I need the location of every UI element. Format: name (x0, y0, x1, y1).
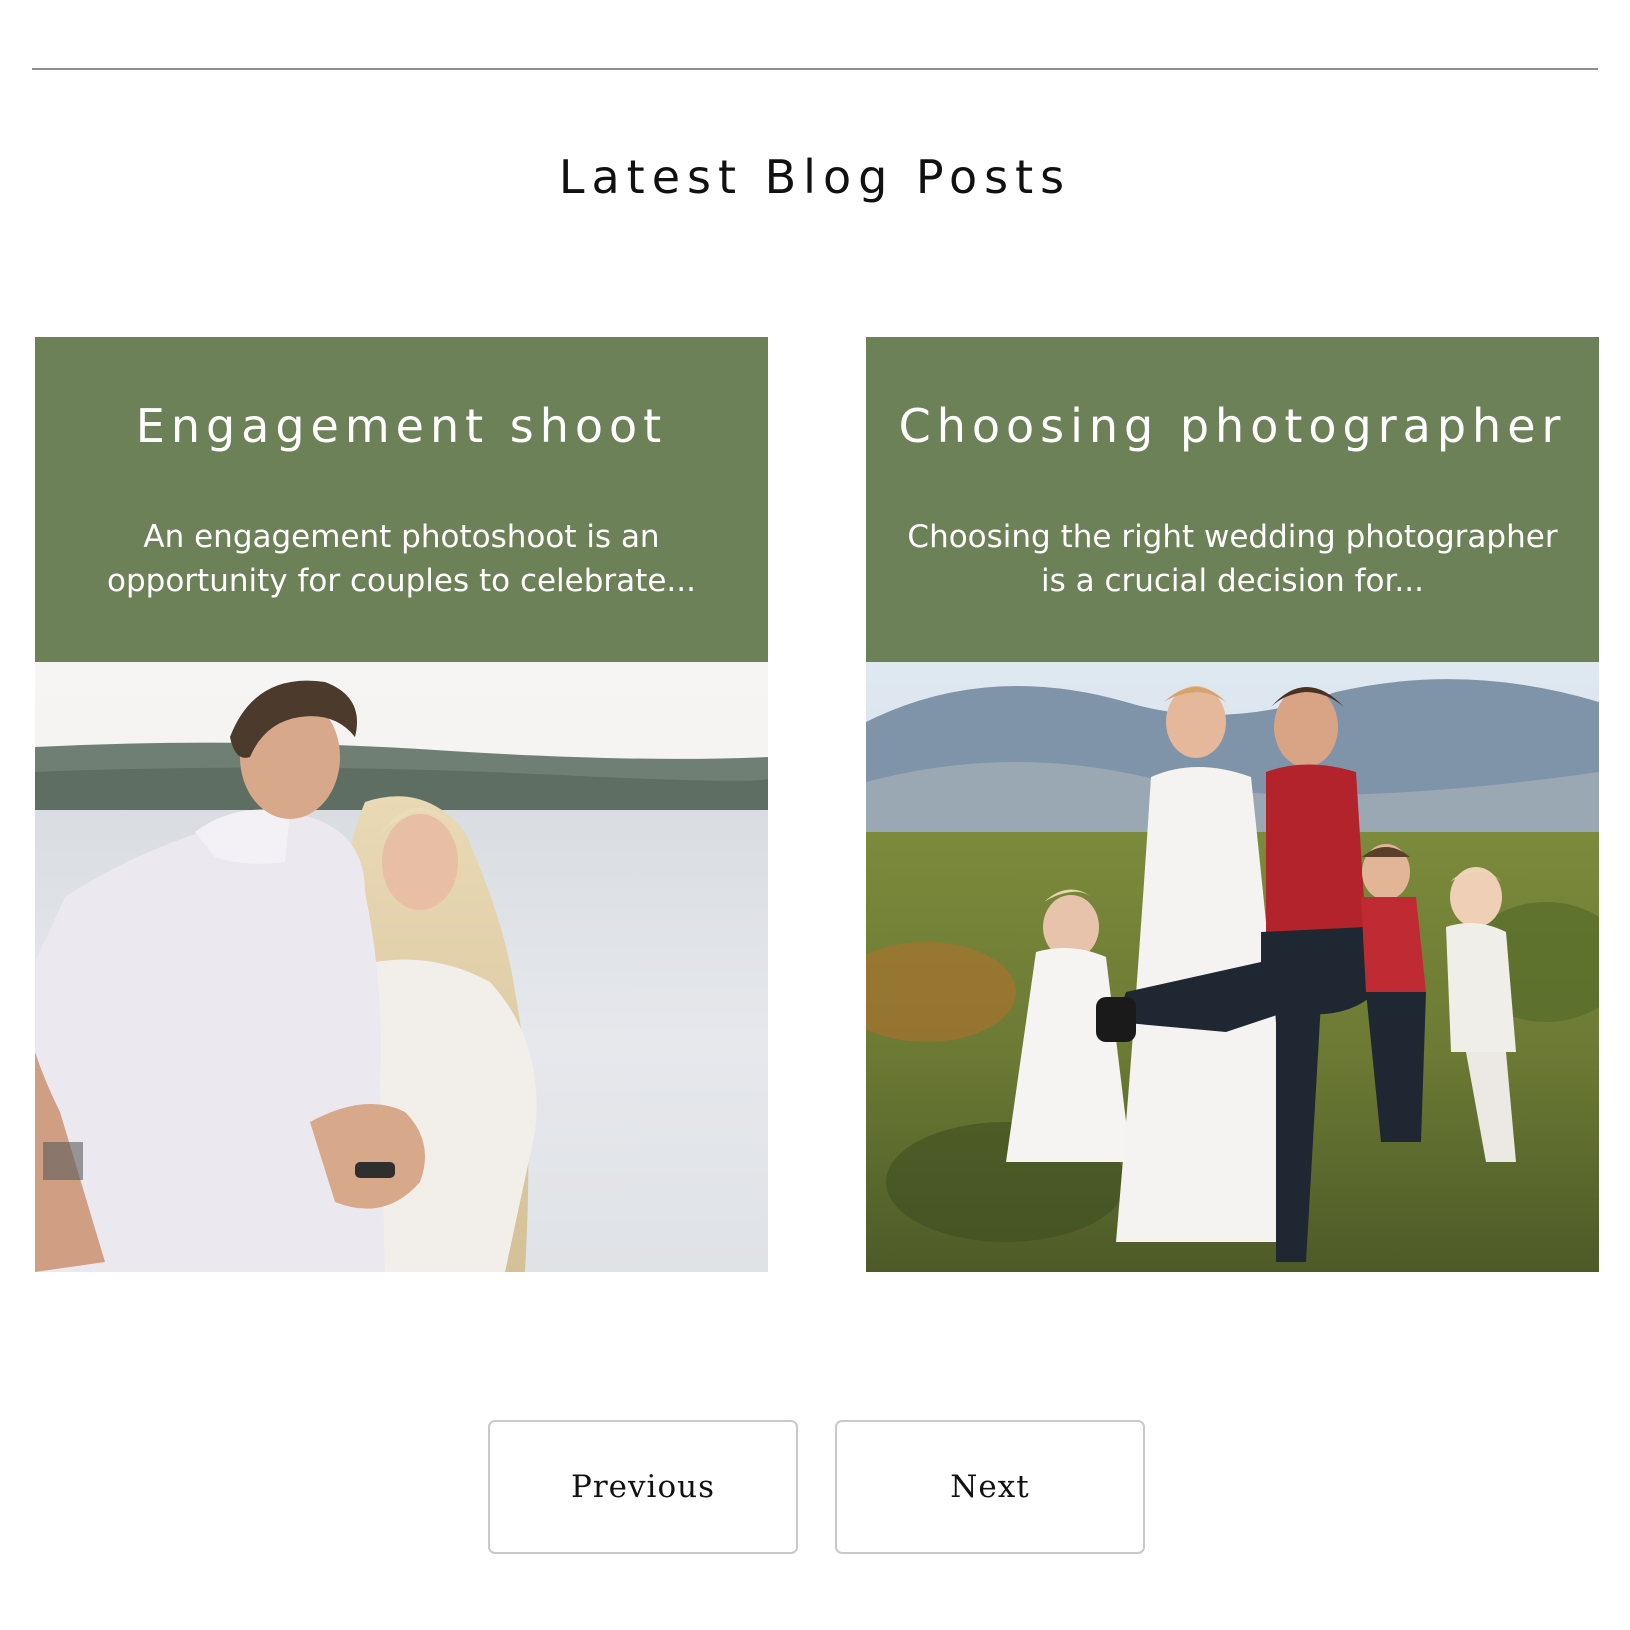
post-title[interactable]: Engagement shoot (35, 399, 768, 453)
blog-post-card-engagement[interactable]: Engagement shoot An engagement photoshoo… (35, 337, 768, 1272)
previous-button[interactable]: Previous (488, 1420, 798, 1554)
card-header: Choosing photographer Choosing the right… (866, 337, 1599, 662)
next-button[interactable]: Next (835, 1420, 1145, 1554)
post-excerpt: An engagement photoshoot is an opportuni… (107, 519, 696, 599)
post-title[interactable]: Choosing photographer (866, 399, 1599, 453)
section-title: Latest Blog Posts (558, 150, 1072, 204)
post-image-family-in-mountains[interactable] (866, 662, 1599, 1272)
post-excerpt: Choosing the right wedding photographer … (907, 519, 1558, 599)
post-image-couple-by-lake[interactable] (35, 662, 768, 1272)
blog-post-card-photographer[interactable]: Choosing photographer Choosing the right… (866, 337, 1599, 1272)
card-header: Engagement shoot An engagement photoshoo… (35, 337, 768, 662)
top-divider (32, 68, 1598, 70)
